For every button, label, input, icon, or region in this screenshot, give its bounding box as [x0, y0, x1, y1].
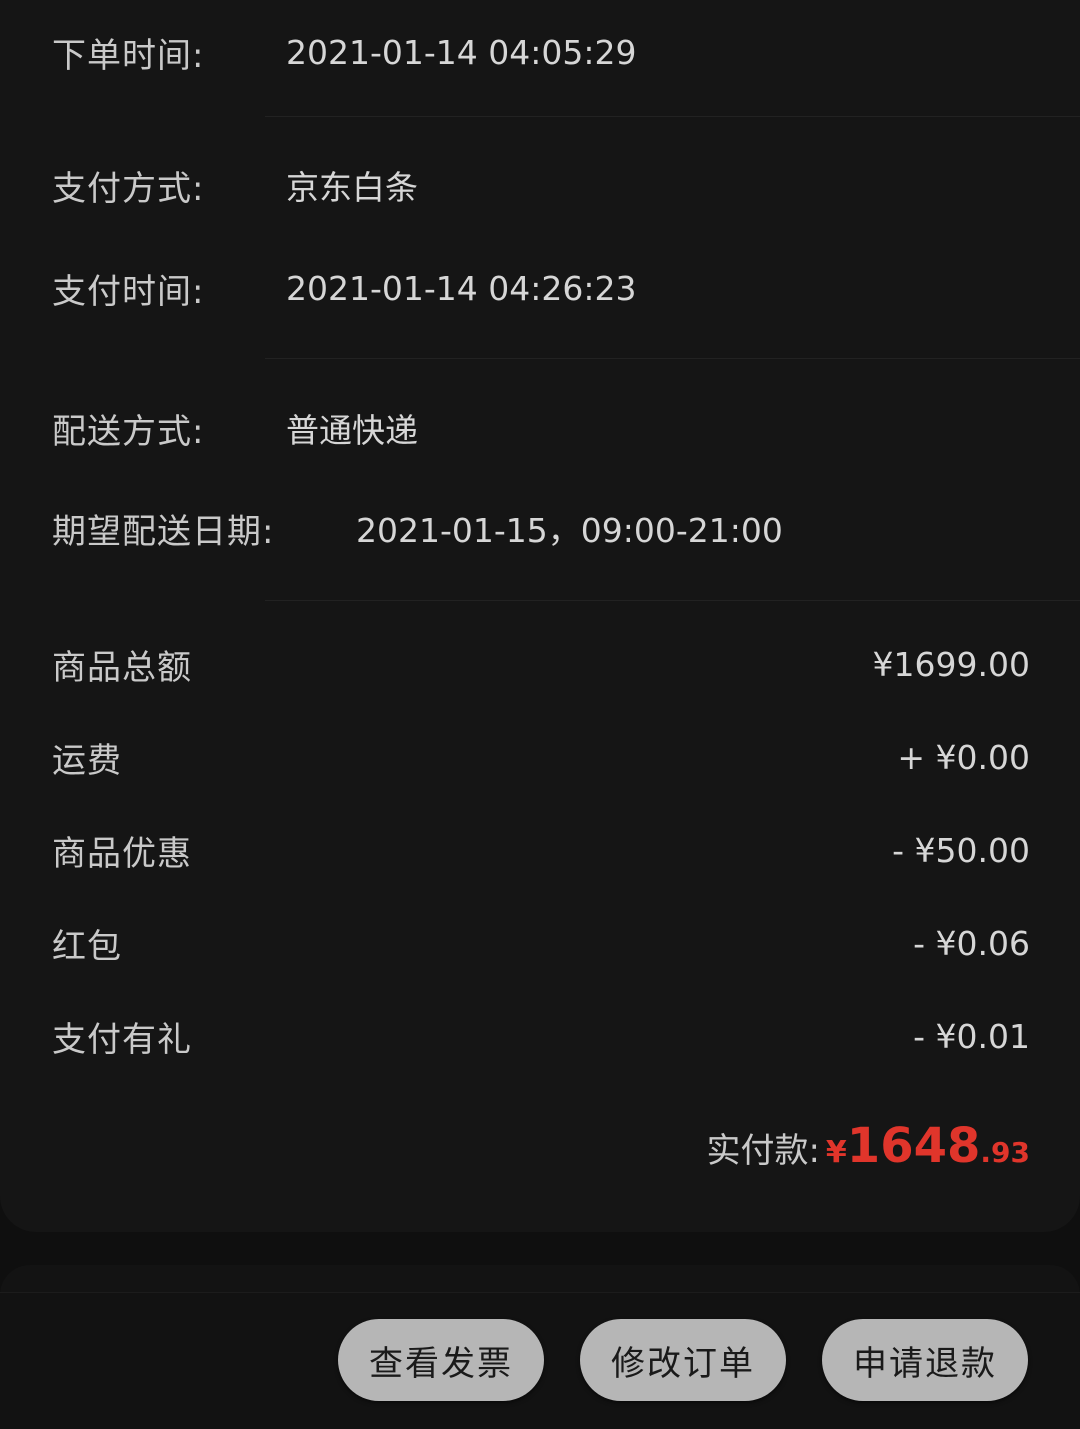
- order-info-card: 下单时间: 2021-01-14 04:05:29 支付方式: 京东白条 支付时…: [0, 0, 1080, 1232]
- pay-method-row: 支付方式: 京东白条: [52, 155, 1030, 215]
- amount-label: 运费: [52, 740, 122, 781]
- pay-time-value: 2021-01-14 04:26:23: [286, 268, 637, 308]
- total-label: 实付款:: [706, 1131, 820, 1171]
- expected-date-label: 期望配送日期:: [52, 511, 275, 552]
- amount-row-shipping: 运费 + ¥0.00: [52, 727, 1030, 787]
- amount-label: 商品优惠: [52, 833, 192, 874]
- order-time-label: 下单时间:: [52, 35, 205, 76]
- apply-refund-button[interactable]: 申请退款: [822, 1319, 1028, 1401]
- total-paid: 实付款: ¥ 1648 .93: [706, 1118, 1030, 1182]
- order-detail-page: 下单时间: 2021-01-14 04:05:29 支付方式: 京东白条 支付时…: [0, 0, 1080, 1429]
- amount-row-red-packet: 红包 - ¥0.06: [52, 913, 1030, 973]
- view-invoice-button[interactable]: 查看发票: [338, 1319, 544, 1401]
- amount-value: - ¥0.06: [913, 923, 1030, 963]
- amount-value: ¥1699.00: [872, 644, 1030, 684]
- total-currency: ¥: [825, 1135, 847, 1170]
- expected-date-row: 期望配送日期: 2021-01-15，09:00-21:00: [52, 498, 1030, 558]
- order-time-row: 下单时间: 2021-01-14 04:05:29: [52, 22, 1030, 82]
- expected-date-value: 2021-01-15，09:00-21:00: [356, 511, 783, 550]
- pay-time-row: 支付时间: 2021-01-14 04:26:23: [52, 258, 1030, 318]
- amount-value: - ¥50.00: [892, 830, 1030, 870]
- pay-time-label: 支付时间:: [52, 271, 205, 312]
- amount-label: 支付有礼: [52, 1019, 192, 1060]
- delivery-method-row: 配送方式: 普通快递: [52, 398, 1030, 458]
- pay-method-label: 支付方式:: [52, 168, 205, 209]
- amount-row-discount: 商品优惠 - ¥50.00: [52, 820, 1030, 880]
- divider: [265, 600, 1080, 601]
- amount-label: 商品总额: [52, 647, 192, 688]
- pay-method-value: 京东白条: [286, 168, 418, 207]
- modify-order-button[interactable]: 修改订单: [580, 1319, 786, 1401]
- total-integer: 1648: [846, 1118, 981, 1174]
- divider: [265, 116, 1080, 117]
- amount-row-pay-gift: 支付有礼 - ¥0.01: [52, 1006, 1030, 1066]
- amount-value: - ¥0.01: [913, 1016, 1030, 1056]
- amount-row-subtotal: 商品总额 ¥1699.00: [52, 634, 1030, 694]
- next-card-edge: [0, 1265, 1080, 1295]
- delivery-method-label: 配送方式:: [52, 411, 205, 452]
- delivery-method-value: 普通快递: [286, 411, 418, 450]
- amount-label: 红包: [52, 926, 122, 967]
- amount-value: + ¥0.00: [897, 737, 1030, 777]
- divider: [265, 358, 1080, 359]
- total-decimal: .93: [980, 1136, 1030, 1169]
- order-time-value: 2021-01-14 04:05:29: [286, 32, 637, 72]
